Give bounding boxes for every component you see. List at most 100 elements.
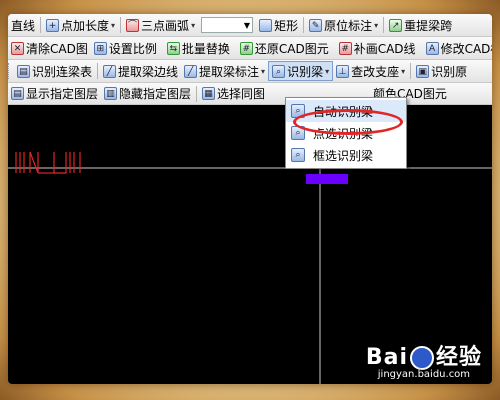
point-length-label: 点加长度 <box>61 18 110 33</box>
edge-icon: ╱ <box>103 64 117 78</box>
arc-icon: ⌒ <box>126 18 140 32</box>
line-button[interactable]: 直线 <box>8 15 38 35</box>
point-identify-icon: ⌕ <box>291 126 305 140</box>
chevron-down-icon: ▾ <box>374 20 379 30</box>
watermark-logo-b: 经验 <box>435 345 482 370</box>
support-icon: ⊥ <box>336 64 350 78</box>
cad-app-window: 直线 + 点加长度 ▾ ⌒ 三点画弧 ▾ ▼ 矩形 ✎ 原位标注 ▾ ↗ 重提梁跨 ✕ 清除CA… <box>8 14 492 384</box>
identify-beam-dropdown: ⌕ 自动识别梁 ⌕ 点选识别梁 ⌕ 框选识别梁 <box>285 97 407 169</box>
watermark-url: jingyan.baidu.com <box>377 369 471 380</box>
style-combobox[interactable]: ▼ <box>201 17 254 33</box>
menu-item-label: 框选识别梁 <box>313 148 374 163</box>
selected-element-highlight <box>306 174 348 184</box>
batch-replace-label: 批量替换 <box>181 41 230 56</box>
show-layer-label: 显示指定图层 <box>26 87 99 101</box>
separator <box>97 63 99 79</box>
separator <box>383 17 385 33</box>
set-scale-label: 设置比例 <box>108 41 157 56</box>
chevron-down-icon: ▾ <box>325 66 330 76</box>
annotate-icon: ✎ <box>309 18 323 32</box>
menu-item-point-identify-beam[interactable]: ⌕ 点选识别梁 <box>286 122 406 144</box>
extract-beam-edge-button[interactable]: ╱ 提取梁边线 <box>100 61 181 81</box>
modify-cad-label: 修改CAD标 <box>440 41 492 56</box>
clear-cad-label: 清除CAD图 <box>26 41 88 56</box>
redraw-cad-line-button[interactable]: # 补画CAD线 <box>336 38 419 58</box>
table-icon: ▤ <box>17 64 30 78</box>
respan-icon: ↗ <box>389 18 403 32</box>
toolbar-grip[interactable] <box>8 63 12 79</box>
extract-beam-annotation-label: 提取梁标注 <box>199 64 260 79</box>
auto-identify-icon: ⌕ <box>291 104 305 118</box>
beam-toolbar: ▤ 识别连梁表 ╱ 提取梁边线 ╱ 提取梁标注 ▾ ⌕ 识别梁 ▾ ⊥ 查改支座 ▾ ▣ 识别原 <box>8 60 492 83</box>
in-place-annotation-button[interactable]: ✎ 原位标注 ▾ <box>306 15 381 35</box>
separator <box>303 17 305 33</box>
chevron-down-icon: ▾ <box>261 66 266 76</box>
restore-icon: # <box>239 41 253 55</box>
separator <box>40 17 42 33</box>
chevron-down-icon: ▼ <box>243 20 251 30</box>
select-same-layer-button[interactable]: ▦ 选择同图 <box>199 84 268 104</box>
cad-toolbar: ✕ 清除CAD图 ⊞ 设置比例 ⇆ 批量替换 # 还原CAD图元 # 补画CAD线 A 修改… <box>8 37 492 60</box>
in-place-annotation-label: 原位标注 <box>324 18 373 33</box>
re-extract-span-label: 重提梁跨 <box>404 18 453 33</box>
draw-toolbar: 直线 + 点加长度 ▾ ⌒ 三点画弧 ▾ ▼ 矩形 ✎ 原位标注 ▾ ↗ 重提梁跨 <box>8 14 492 37</box>
extract-beam-edge-label: 提取梁边线 <box>118 64 179 79</box>
plus-circle-icon: + <box>46 18 60 32</box>
paw-icon <box>409 346 434 370</box>
clear-icon: ✕ <box>11 41 24 55</box>
annotation-icon: ╱ <box>184 64 198 78</box>
clear-cad-button[interactable]: ✕ 清除CAD图 <box>8 38 91 58</box>
modify-cad-button[interactable]: A修改CAD标 <box>423 38 492 58</box>
set-scale-button[interactable]: ⊞ 设置比例 <box>91 38 160 58</box>
identify-beam-button[interactable]: ⌕ 识别梁 ▾ <box>268 61 334 81</box>
three-point-arc-button[interactable]: ⌒ 三点画弧 ▾ <box>123 15 198 35</box>
rectangle-label: 矩形 <box>274 18 299 33</box>
menu-item-box-identify-beam[interactable]: ⌕ 框选识别梁 <box>286 144 406 166</box>
point-length-button[interactable]: + 点加长度 ▾ <box>43 15 118 35</box>
identify-original-button[interactable]: ▣ 识别原 <box>413 61 470 81</box>
restore-cad-label: 还原CAD图元 <box>254 41 329 56</box>
chevron-down-icon: ▾ <box>401 66 406 76</box>
select-same-layer-label: 选择同图 <box>217 87 266 101</box>
redraw-cad-line-label: 补画CAD线 <box>353 41 416 56</box>
re-extract-span-button[interactable]: ↗ 重提梁跨 <box>386 15 455 35</box>
check-support-label: 查改支座 <box>351 64 400 79</box>
show-layer-button[interactable]: ▤ 显示指定图层 <box>8 84 101 104</box>
chevron-down-icon: ▾ <box>191 20 196 30</box>
restore-cad-button[interactable]: # 还原CAD图元 <box>237 38 332 58</box>
separator <box>410 63 412 79</box>
menu-item-label: 自动识别梁 <box>313 104 374 119</box>
extract-beam-annotation-button[interactable]: ╱ 提取梁标注 ▾ <box>181 61 268 81</box>
chevron-down-icon: ▾ <box>111 20 116 30</box>
menu-item-label: 点选识别梁 <box>313 126 374 141</box>
check-support-button[interactable]: ⊥ 查改支座 ▾ <box>333 61 408 81</box>
rectangle-icon <box>259 18 273 32</box>
hide-layer-label: 隐藏指定图层 <box>119 87 192 101</box>
scale-icon: ⊞ <box>93 41 107 55</box>
identify-icon: ⌕ <box>272 64 286 78</box>
select-icon: ▦ <box>202 87 216 100</box>
watermark-logo: Bai 经验 <box>366 339 482 371</box>
layer-hide-icon: ▥ <box>104 87 118 100</box>
replace-icon: ⇆ <box>166 41 180 55</box>
identify-coupling-beam-table-button[interactable]: ▤ 识别连梁表 <box>14 61 95 81</box>
separator <box>196 85 198 102</box>
three-point-arc-label: 三点画弧 <box>141 18 190 33</box>
separator <box>120 17 122 33</box>
watermark-logo-a: Bai <box>365 345 408 370</box>
batch-replace-button[interactable]: ⇆ 批量替换 <box>164 38 233 58</box>
hide-layer-button[interactable]: ▥ 隐藏指定图层 <box>101 84 194 104</box>
modify-icon: A <box>425 41 439 55</box>
layer-toolbar: ▤ 显示指定图层 ▥ 隐藏指定图层 ▦ 选择同图 颜色CAD图元 <box>8 83 492 105</box>
rectangle-button[interactable]: 矩形 <box>256 15 301 35</box>
identify-coupling-beam-table-label: 识别连梁表 <box>32 64 93 79</box>
identify-beam-label: 识别梁 <box>287 64 324 79</box>
original-icon: ▣ <box>416 64 430 78</box>
baidu-jingyan-watermark: Bai 经验 jingyan.baidu.com <box>366 339 482 380</box>
layer-show-icon: ▤ <box>11 87 24 100</box>
identify-original-label: 识别原 <box>431 64 468 79</box>
cad-beam-lines <box>15 151 81 174</box>
menu-item-auto-identify-beam[interactable]: ⌕ 自动识别梁 <box>286 100 406 122</box>
redraw-icon: # <box>338 41 352 55</box>
line-label: 直线 <box>11 18 36 33</box>
